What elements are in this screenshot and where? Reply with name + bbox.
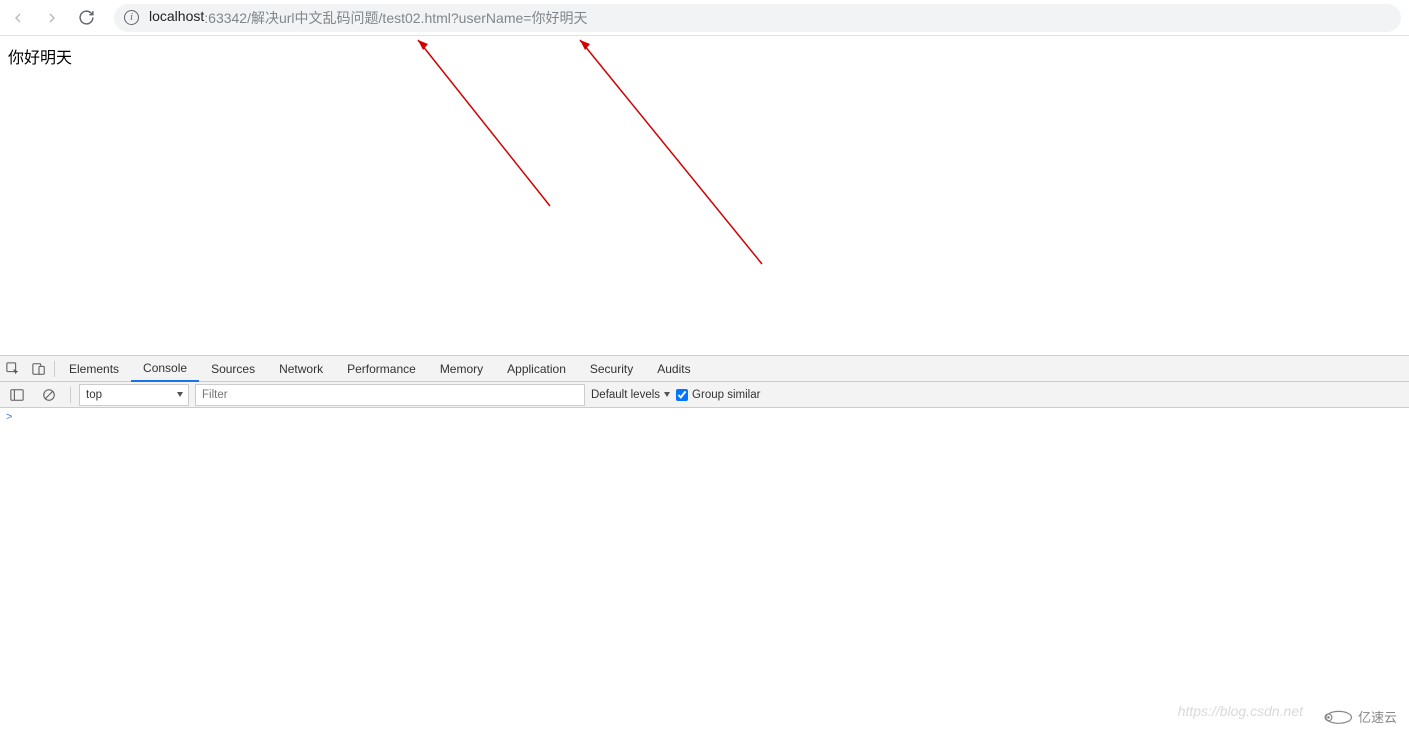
log-level-selector[interactable]: Default levels	[591, 384, 670, 406]
inspect-element-icon[interactable]	[0, 356, 26, 382]
devtools-tab-memory[interactable]: Memory	[428, 356, 495, 382]
url-path: :63342/解决url中文乱码问题/test02.html?userName=…	[204, 8, 587, 28]
log-level-label: Default levels	[591, 389, 660, 401]
info-icon[interactable]: i	[124, 10, 139, 25]
devtools-panel: ElementsConsoleSourcesNetworkPerformance…	[0, 355, 1409, 730]
devtools-tabbar: ElementsConsoleSourcesNetworkPerformance…	[0, 356, 1409, 382]
browser-toolbar: i localhost:63342/解决url中文乱码问题/test02.htm…	[0, 0, 1409, 36]
devtools-tabs: ElementsConsoleSourcesNetworkPerformance…	[57, 356, 703, 382]
group-similar-label: Group similar	[692, 389, 760, 401]
page-viewport: 你好明天	[0, 36, 1409, 355]
address-bar[interactable]: i localhost:63342/解决url中文乱码问题/test02.htm…	[114, 4, 1401, 32]
separator	[54, 361, 55, 377]
forward-button[interactable]	[42, 8, 62, 28]
dropdown-triangle-icon	[664, 392, 670, 397]
devtools-tab-network[interactable]: Network	[267, 356, 335, 382]
devtools-tab-security[interactable]: Security	[578, 356, 645, 382]
devtools-tab-console[interactable]: Console	[131, 356, 199, 382]
console-output[interactable]: >	[0, 408, 1409, 730]
devtools-tab-sources[interactable]: Sources	[199, 356, 267, 382]
execution-context-selector[interactable]: top	[79, 384, 189, 406]
url-host: localhost	[149, 8, 204, 28]
group-similar-input[interactable]	[676, 389, 688, 401]
devtools-tab-performance[interactable]: Performance	[335, 356, 428, 382]
separator	[70, 387, 71, 403]
console-sidebar-toggle-icon[interactable]	[4, 384, 30, 406]
context-value: top	[86, 389, 102, 401]
reload-button[interactable]	[76, 8, 96, 28]
url-text: localhost:63342/解决url中文乱码问题/test02.html?…	[149, 8, 587, 28]
back-button[interactable]	[8, 8, 28, 28]
devtools-tab-application[interactable]: Application	[495, 356, 578, 382]
clear-console-icon[interactable]	[36, 384, 62, 406]
devtools-tab-elements[interactable]: Elements	[57, 356, 131, 382]
console-toolbar: top Default levels Group similar	[0, 382, 1409, 408]
console-prompt: >	[6, 411, 12, 423]
page-body-text: 你好明天	[8, 44, 1401, 68]
group-similar-checkbox[interactable]: Group similar	[676, 384, 760, 406]
device-toolbar-icon[interactable]	[26, 356, 52, 382]
console-filter-input[interactable]	[195, 384, 585, 406]
devtools-tab-audits[interactable]: Audits	[645, 356, 702, 382]
